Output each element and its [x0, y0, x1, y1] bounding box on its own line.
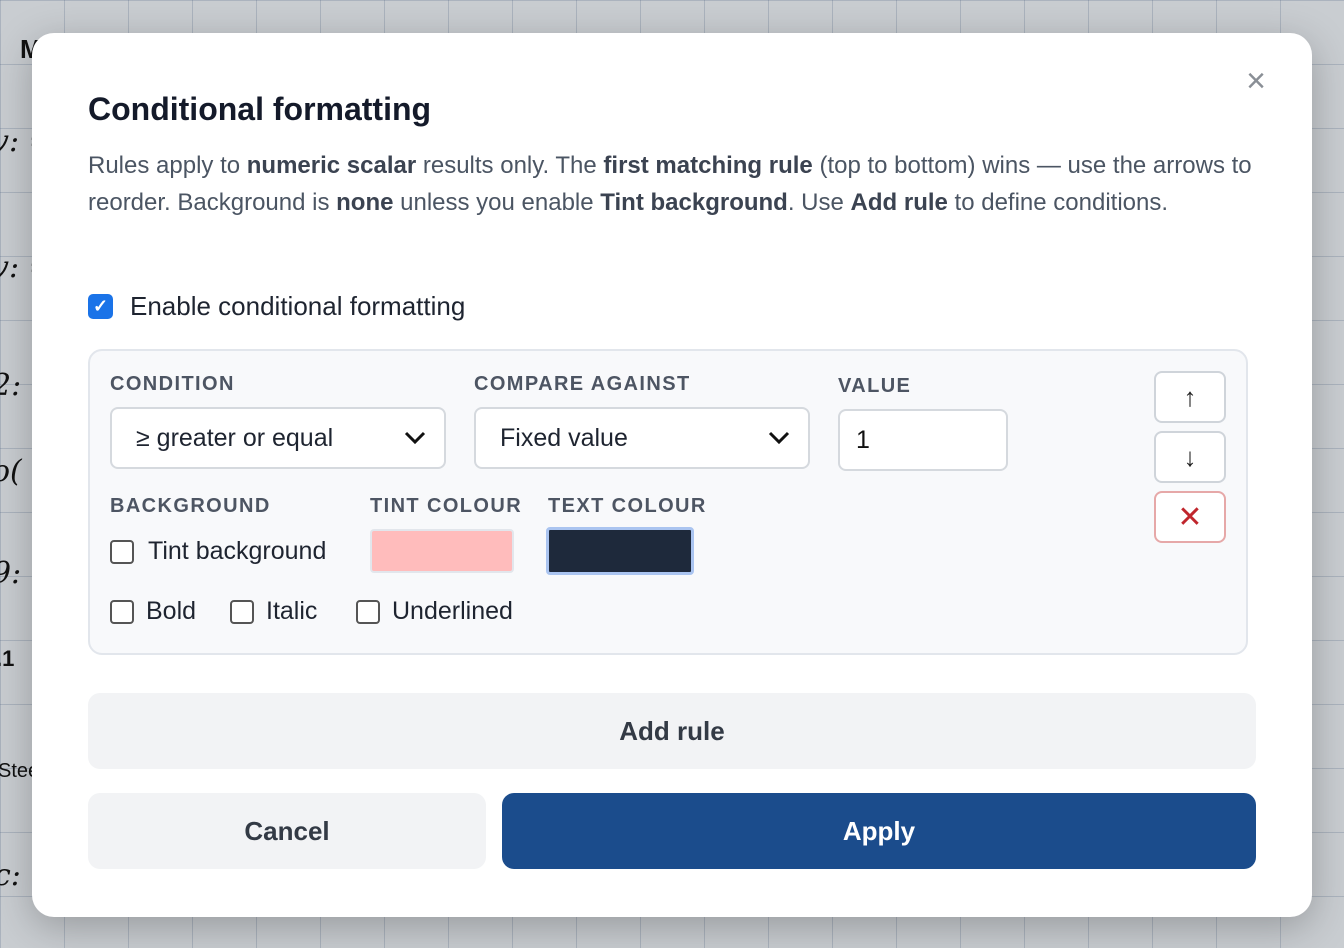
delete-rule-button[interactable]: ✕: [1154, 491, 1226, 543]
value-label: VALUE: [838, 375, 912, 397]
move-down-button[interactable]: ↓: [1154, 431, 1226, 483]
dialog-title: Conditional formatting: [88, 91, 432, 127]
close-icon[interactable]: ×: [1238, 63, 1274, 99]
enable-label[interactable]: Enable conditional formatting: [130, 291, 465, 322]
text-colour-swatch[interactable]: [546, 527, 694, 575]
condition-select-value: ≥ greater or equal: [136, 423, 334, 452]
bold-label[interactable]: Bold: [146, 597, 196, 626]
move-up-button[interactable]: ↑: [1154, 371, 1226, 423]
underlined-checkbox[interactable]: [356, 599, 380, 624]
enable-conditional-formatting-row: ✓ Enable conditional formatting: [88, 291, 465, 322]
value-input[interactable]: [838, 409, 1008, 471]
tint-background-label[interactable]: Tint background: [148, 537, 326, 566]
compare-against-label: COMPARE AGAINST: [474, 373, 691, 395]
tint-colour-swatch[interactable]: [370, 529, 514, 573]
add-rule-button[interactable]: Add rule: [88, 693, 1256, 769]
text-colour-label: TEXT COLOUR: [548, 495, 707, 517]
italic-label[interactable]: Italic: [266, 597, 317, 626]
cancel-button[interactable]: Cancel: [88, 793, 486, 869]
chevron-down-icon: [404, 431, 426, 445]
chevron-down-icon: [768, 431, 790, 445]
compare-select-value: Fixed value: [500, 423, 628, 452]
bg-fragment: o(: [0, 454, 22, 489]
conditional-formatting-dialog: × Conditional formatting Rules apply to …: [32, 33, 1312, 917]
arrow-up-icon: ↑: [1183, 381, 1197, 412]
bold-checkbox[interactable]: [110, 599, 134, 624]
arrow-down-icon: ↓: [1183, 441, 1197, 472]
dialog-description: Rules apply to numeric scalar results on…: [88, 152, 1252, 216]
tint-background-checkbox[interactable]: [110, 539, 134, 564]
condition-select[interactable]: ≥ greater or equal: [110, 407, 446, 469]
tint-colour-label: TINT COLOUR: [370, 495, 523, 517]
bg-fragment: .1: [0, 646, 15, 671]
close-icon: ✕: [1177, 500, 1203, 534]
tint-background-row: Tint background: [110, 537, 326, 566]
underlined-label[interactable]: Underlined: [392, 597, 513, 626]
italic-checkbox[interactable]: [230, 599, 254, 624]
underlined-row: Underlined: [356, 597, 513, 626]
enable-checkbox[interactable]: ✓: [88, 294, 113, 319]
rule-card: CONDITION ≥ greater or equal COMPARE AGA…: [88, 349, 1248, 655]
compare-against-select[interactable]: Fixed value: [474, 407, 810, 469]
bg-fragment: c:: [0, 858, 21, 893]
condition-label: CONDITION: [110, 373, 235, 395]
background-label: BACKGROUND: [110, 495, 271, 517]
italic-row: Italic: [230, 597, 317, 626]
apply-button[interactable]: Apply: [502, 793, 1256, 869]
bold-row: Bold: [110, 597, 196, 626]
